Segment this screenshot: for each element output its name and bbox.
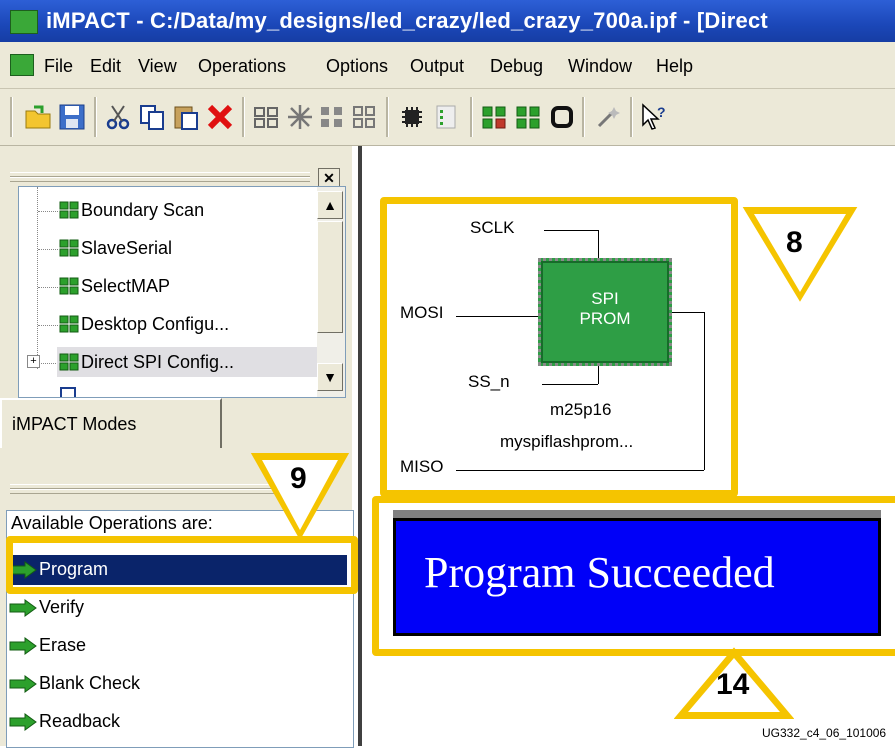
callout-box-9 — [6, 536, 358, 594]
callout-number-9: 9 — [290, 462, 307, 495]
callout-box-14 — [372, 496, 895, 656]
callout-number-8: 8 — [786, 226, 803, 259]
figure-id: UG332_c4_06_101006 — [762, 726, 887, 740]
callout-box-8 — [380, 197, 738, 497]
callout-number-14: 14 — [716, 668, 750, 701]
